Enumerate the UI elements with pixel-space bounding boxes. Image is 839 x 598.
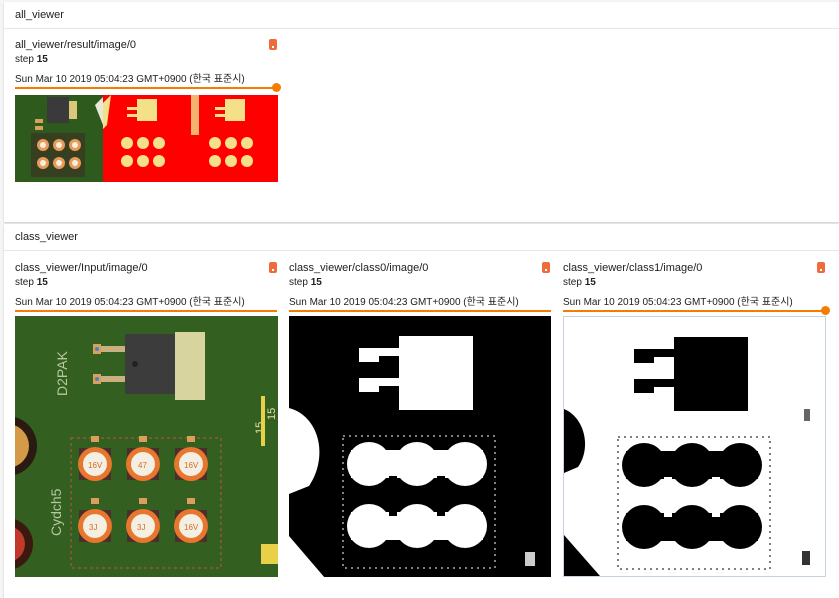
step-slider-track[interactable] <box>563 310 825 312</box>
marker-label-2: 15 <box>266 408 278 420</box>
expand-icon[interactable] <box>269 262 277 273</box>
step-value: 15 <box>36 277 48 288</box>
step-value: 15 <box>36 54 48 65</box>
step-slider-handle[interactable] <box>272 83 281 92</box>
cap-text: 16V <box>184 523 199 532</box>
cap-text: 3J <box>89 523 97 532</box>
step-slider-track[interactable] <box>15 87 277 89</box>
step-slider-track[interactable] <box>289 310 551 312</box>
cap-text: 47 <box>138 461 147 470</box>
card-timestamp: Sun Mar 10 2019 05:04:23 GMT+0900 (한국 표준… <box>563 297 793 308</box>
card-timestamp: Sun Mar 10 2019 05:04:23 GMT+0900 (한국 표준… <box>15 74 245 85</box>
card-timestamp: Sun Mar 10 2019 05:04:23 GMT+0900 (한국 표준… <box>289 297 519 308</box>
input-image[interactable]: D2PAK Cydch5 15 15 16V 47 16V 3J 3J 16V <box>15 316 278 577</box>
step-slider-track[interactable] <box>15 310 277 312</box>
step-label: step <box>289 277 308 288</box>
section-all-viewer: all_viewer all_viewer/result/image/0 ste… <box>4 2 839 222</box>
result-image[interactable] <box>15 95 278 182</box>
series-label: Cydch5 <box>48 488 64 536</box>
package-label: D2PAK <box>54 350 70 396</box>
cap-text: 3J <box>137 523 145 532</box>
step-label: step <box>15 277 34 288</box>
card-title: class_viewer/class0/image/0 <box>289 262 429 274</box>
card-step: step 15 <box>563 277 596 288</box>
card-timestamp: Sun Mar 10 2019 05:04:23 GMT+0900 (한국 표준… <box>15 297 245 308</box>
card-step: step 15 <box>15 277 48 288</box>
expand-icon[interactable] <box>542 262 550 273</box>
expand-icon[interactable] <box>817 262 825 273</box>
card-step: step 15 <box>289 277 322 288</box>
card-title: all_viewer/result/image/0 <box>15 39 137 51</box>
step-label: step <box>563 277 582 288</box>
cap-text: 16V <box>184 461 199 470</box>
section-title-all-viewer[interactable]: all_viewer <box>4 2 839 29</box>
step-label: step <box>15 54 34 65</box>
class1-mask-image[interactable] <box>563 316 826 577</box>
class0-mask-image[interactable] <box>289 316 551 577</box>
step-value: 15 <box>310 277 322 288</box>
expand-icon[interactable] <box>269 39 277 50</box>
section-title-class-viewer[interactable]: class_viewer <box>4 224 839 251</box>
cap-text: 16V <box>88 461 103 470</box>
step-slider-handle[interactable] <box>821 306 830 315</box>
section-class-viewer: class_viewer class_viewer/Input/image/0 … <box>4 224 839 598</box>
step-value: 15 <box>584 277 596 288</box>
card-title: class_viewer/Input/image/0 <box>15 262 148 274</box>
card-step: step 15 <box>15 54 48 65</box>
card-title: class_viewer/class1/image/0 <box>563 262 703 274</box>
